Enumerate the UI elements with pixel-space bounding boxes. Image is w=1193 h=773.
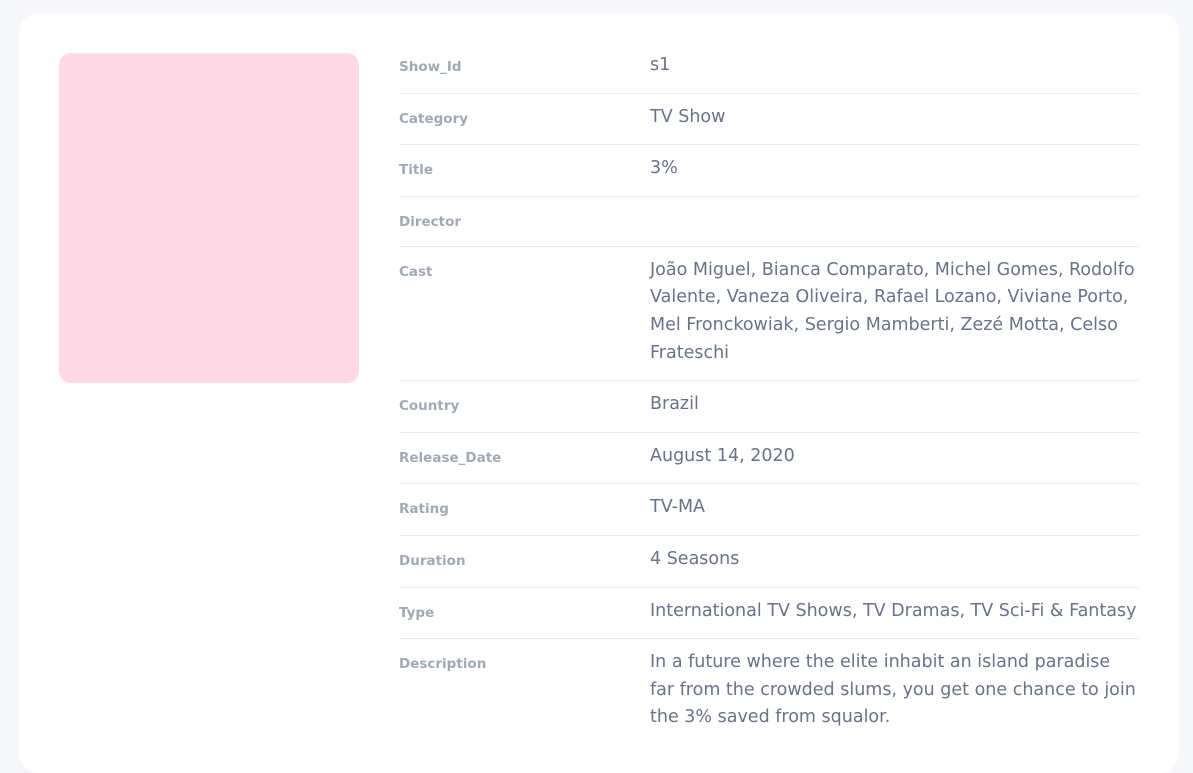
cast-value: João Miguel, Bianca Comparato, Michel Go… bbox=[650, 259, 1135, 363]
description-label: Description bbox=[399, 656, 487, 673]
release-date-value: August 14, 2020 bbox=[650, 445, 795, 466]
type-label: Type bbox=[399, 604, 435, 621]
detail-row-cast: Cast João Miguel, Bianca Comparato, Mich… bbox=[399, 247, 1139, 382]
detail-row-title: Title 3% bbox=[399, 145, 1139, 197]
detail-row-description: Description In a future where the elite … bbox=[399, 639, 1139, 745]
category-value: TV Show bbox=[650, 106, 726, 127]
duration-label: Duration bbox=[399, 552, 466, 569]
country-value: Brazil bbox=[650, 394, 699, 415]
country-label: Country bbox=[399, 398, 460, 415]
detail-row-show-id: Show_Id s1 bbox=[399, 42, 1139, 94]
title-label: Title bbox=[399, 162, 434, 179]
details-table: Show_Id s1 Category TV Show Title 3% Dir… bbox=[399, 42, 1139, 745]
detail-row-country: Country Brazil bbox=[399, 381, 1139, 433]
show-detail-card: Show_Id s1 Category TV Show Title 3% Dir… bbox=[19, 13, 1179, 773]
description-value: In a future where the elite inhabit an i… bbox=[650, 652, 1136, 728]
detail-row-rating: Rating TV-MA bbox=[399, 484, 1139, 536]
detail-row-type: Type International TV Shows, TV Dramas, … bbox=[399, 588, 1139, 640]
type-value: International TV Shows, TV Dramas, TV Sc… bbox=[650, 600, 1137, 621]
detail-row-duration: Duration 4 Seasons bbox=[399, 536, 1139, 588]
detail-row-category: Category TV Show bbox=[399, 94, 1139, 146]
detail-row-release-date: Release_Date August 14, 2020 bbox=[399, 433, 1139, 485]
detail-row-director: Director bbox=[399, 197, 1139, 247]
category-label: Category bbox=[399, 110, 469, 127]
release-date-label: Release_Date bbox=[399, 449, 502, 466]
show-id-value: s1 bbox=[650, 55, 671, 75]
poster-image-placeholder bbox=[59, 53, 359, 383]
rating-value: TV-MA bbox=[650, 497, 706, 518]
director-value bbox=[650, 207, 1139, 233]
title-value: 3% bbox=[650, 158, 678, 179]
director-label: Director bbox=[399, 213, 462, 230]
show-id-label: Show_Id bbox=[399, 59, 462, 75]
duration-value: 4 Seasons bbox=[650, 548, 740, 569]
rating-label: Rating bbox=[399, 501, 449, 518]
cast-label: Cast bbox=[399, 263, 433, 280]
